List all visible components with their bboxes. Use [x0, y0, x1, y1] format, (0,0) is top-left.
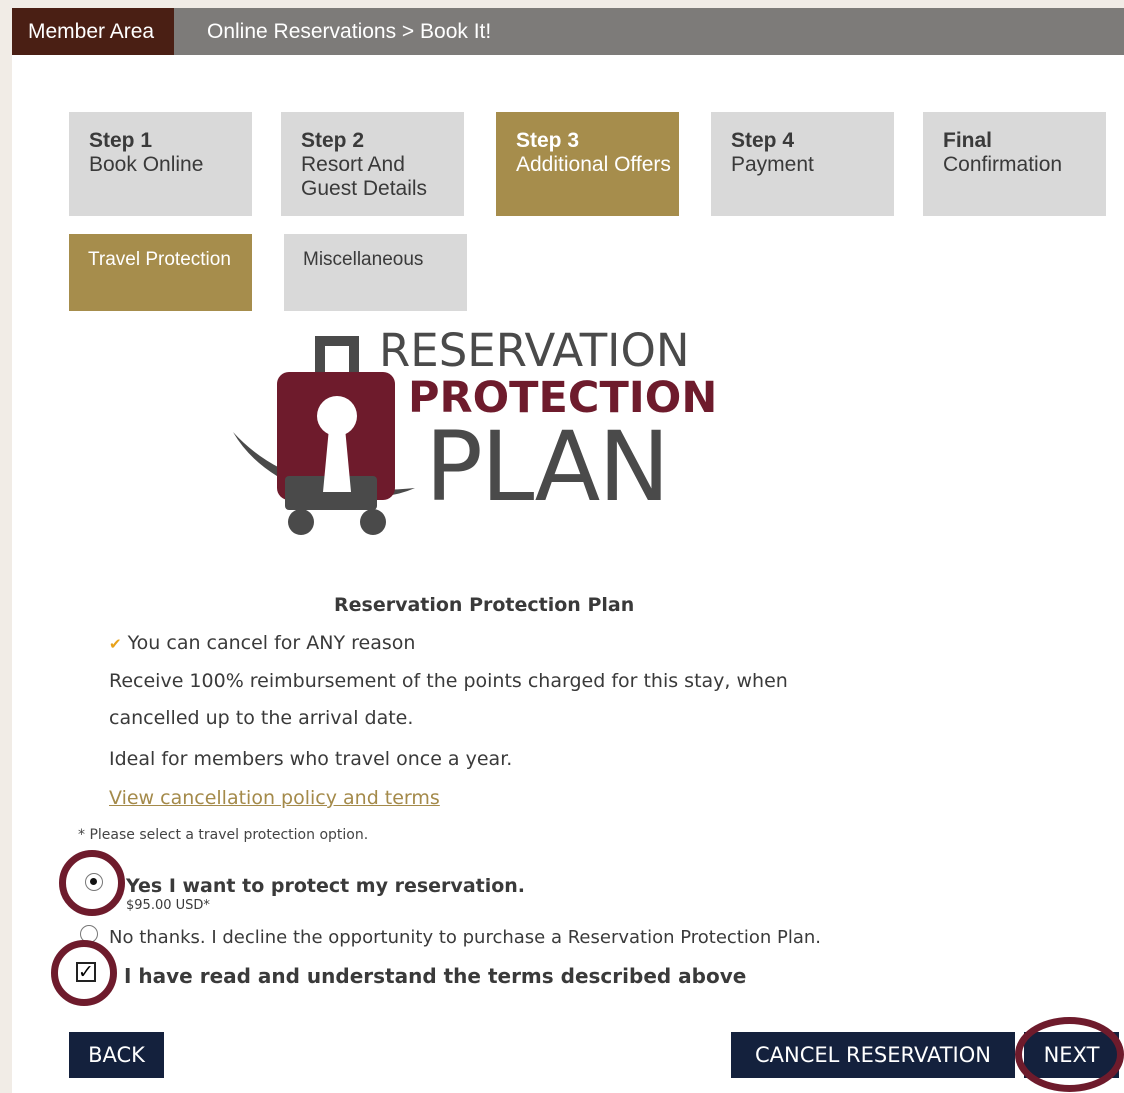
- ideal-for-text: Ideal for members who travel once a year…: [109, 748, 513, 770]
- plan-title: Reservation Protection Plan: [334, 594, 635, 616]
- step-number: Final: [943, 129, 993, 152]
- logo-text-reservation: RESERVATION: [379, 330, 690, 377]
- policy-line: View cancellation policy and terms: [109, 787, 440, 809]
- step-label: Additional Offers: [516, 153, 671, 176]
- step-number: Step 4: [731, 129, 795, 152]
- no-thanks-radio[interactable]: [80, 925, 98, 943]
- yes-protect-label: Yes I want to protect my reservation.: [126, 875, 526, 897]
- cancel-reservation-button[interactable]: CANCEL RESERVATION: [731, 1032, 1015, 1078]
- cancel-any-reason-text: You can cancel for ANY reason: [127, 632, 416, 654]
- step-final-confirmation[interactable]: Final Confirmation: [923, 112, 1106, 216]
- member-area-tab[interactable]: Member Area: [12, 8, 174, 55]
- step-label: Book Online: [89, 153, 204, 176]
- step-4-payment[interactable]: Step 4 Payment: [711, 112, 894, 216]
- step-label: Confirmation: [943, 153, 1063, 176]
- checkmark-icon: ✔: [109, 635, 122, 653]
- step-1-book-online[interactable]: Step 1 Book Online: [69, 112, 252, 216]
- terms-checkbox[interactable]: ✓: [76, 962, 96, 982]
- step-label: Payment: [731, 153, 814, 176]
- breadcrumb: Online Reservations > Book It!: [207, 19, 492, 43]
- subtab-miscellaneous[interactable]: Miscellaneous: [284, 234, 467, 311]
- step-number: Step 1: [89, 129, 153, 152]
- step-label: Resort And Guest Details: [301, 153, 428, 200]
- top-nav-bar: [12, 8, 1124, 55]
- reimbursement-text-1: Receive 100% reimbursement of the points…: [109, 670, 788, 692]
- yes-protect-price: $95.00 USD*: [126, 898, 210, 913]
- step-number: Step 3: [516, 129, 580, 152]
- logo-text-plan: PLAN: [425, 411, 668, 523]
- wheel-left: [288, 509, 314, 535]
- no-thanks-label: No thanks. I decline the opportunity to …: [109, 927, 822, 948]
- back-button[interactable]: BACK: [69, 1032, 164, 1078]
- step-3-additional-offers[interactable]: Step 3 Additional Offers: [496, 112, 679, 216]
- reimbursement-text-2: cancelled up to the arrival date.: [109, 707, 414, 729]
- cancel-any-reason-line: ✔ You can cancel for ANY reason: [109, 632, 415, 654]
- cancellation-policy-link[interactable]: View cancellation policy and terms: [109, 787, 440, 809]
- radio-selected-dot: [90, 878, 97, 885]
- terms-label: I have read and understand the terms des…: [124, 964, 747, 988]
- step-number: Step 2: [301, 129, 365, 152]
- yes-protect-radio[interactable]: [85, 873, 103, 891]
- selection-note: * Please select a travel protection opti…: [78, 827, 369, 843]
- wheel-right: [360, 509, 386, 535]
- reservation-protection-plan-logo: RESERVATION PROTECTION PLAN: [233, 330, 717, 535]
- next-button[interactable]: NEXT: [1024, 1032, 1119, 1078]
- subtab-travel-protection[interactable]: Travel Protection: [69, 234, 252, 311]
- step-2-resort-details[interactable]: Step 2 Resort And Guest Details: [281, 112, 464, 216]
